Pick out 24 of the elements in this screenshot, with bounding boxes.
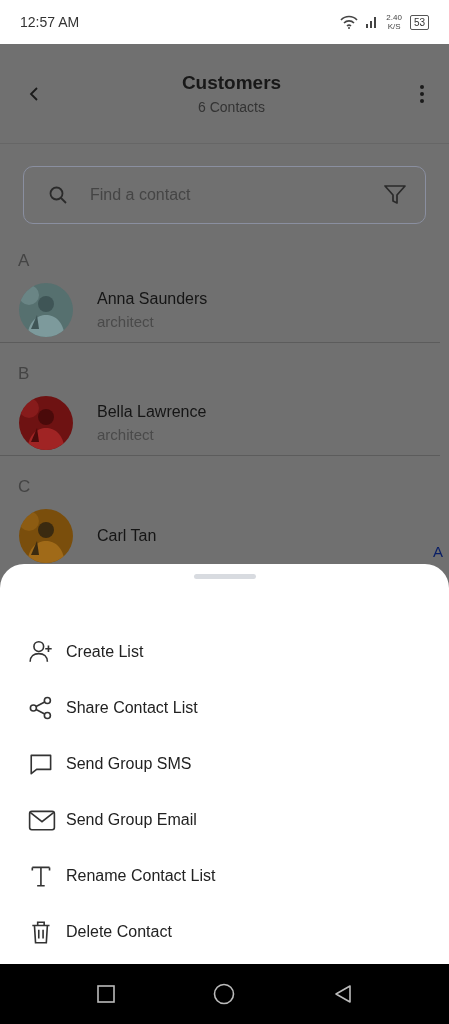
contact-name[interactable]: Bella Lawrence [97, 399, 207, 424]
page-title: Customers [181, 70, 282, 95]
menu-item[interactable]: Share Contact List [0, 680, 449, 736]
status-time: 12:57 AM [20, 12, 80, 32]
network-speed: 2.40 [386, 13, 402, 22]
menu-item[interactable]: Create List [0, 624, 449, 680]
drag-handle[interactable] [193, 574, 256, 579]
search-icon [48, 185, 68, 205]
menu-item[interactable]: Delete Contact [0, 904, 449, 960]
contact-name[interactable]: Anna Saunders [97, 286, 208, 311]
menu-item[interactable]: Rename Contact List [0, 848, 449, 904]
home-icon[interactable] [213, 983, 236, 1005]
battery-indicator: 53 [409, 14, 429, 30]
back-nav-icon[interactable] [333, 984, 352, 1004]
contact-count: 6 Contacts [197, 98, 266, 118]
recent-apps-icon[interactable] [97, 985, 116, 1003]
speed-unit: K/S [386, 22, 402, 31]
contact-name[interactable]: Carl Tan [97, 524, 157, 548]
menu-item[interactable]: Send Group SMS [0, 736, 449, 792]
filter-icon[interactable] [383, 184, 407, 206]
wifi-icon [340, 15, 359, 29]
more-options-icon[interactable] [419, 83, 425, 104]
menu-item[interactable]: Send Group Email [0, 792, 449, 848]
signal-icon [366, 16, 379, 28]
